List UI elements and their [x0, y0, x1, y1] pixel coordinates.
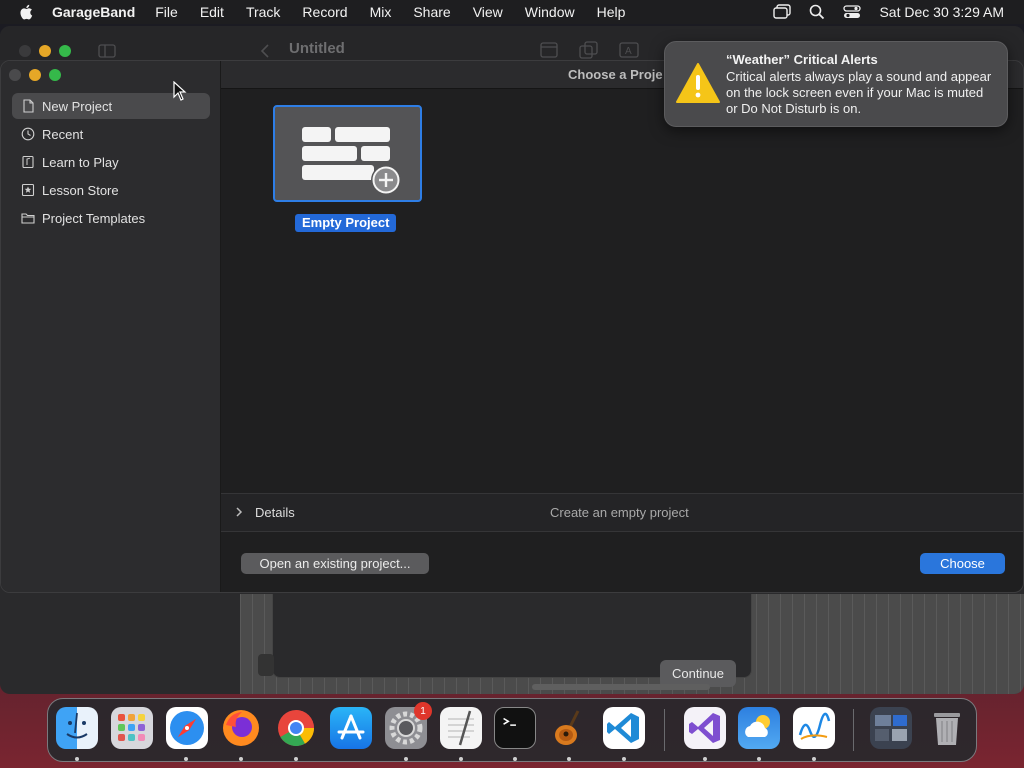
menu-view[interactable]: View [473, 4, 503, 20]
notes-icon[interactable]: A [619, 42, 639, 58]
running-indicator [239, 757, 243, 761]
running-indicator [703, 757, 707, 761]
menubar-clock[interactable]: Sat Dec 30 3:29 AM [879, 4, 1004, 20]
firefox-icon[interactable] [220, 707, 262, 749]
menu-window[interactable]: Window [525, 4, 575, 20]
sheet-minus-control[interactable] [258, 654, 274, 676]
sidebar-item-label: New Project [42, 98, 113, 114]
vscode-icon[interactable] [603, 707, 645, 749]
sidebar-item-label: Project Templates [42, 210, 146, 226]
details-description: Create an empty project [550, 505, 689, 520]
details-toggle[interactable]: Details [255, 505, 295, 520]
dock-separator [853, 709, 854, 751]
menu-edit[interactable]: Edit [200, 4, 224, 20]
menu-share[interactable]: Share [413, 4, 450, 20]
menu-mix[interactable]: Mix [370, 4, 392, 20]
empty-project-tile[interactable] [273, 105, 422, 202]
chrome-icon[interactable] [275, 707, 317, 749]
bg-zoom-button[interactable] [59, 45, 71, 57]
apple-menu-icon[interactable] [18, 3, 36, 21]
sidebar-item-learn-to-play[interactable]: Learn to Play [12, 149, 210, 175]
running-indicator [184, 757, 188, 761]
details-bar: Details Create an empty project [221, 493, 1023, 532]
sidebar-item-lesson-store[interactable]: Lesson Store [12, 177, 210, 203]
running-indicator [812, 757, 816, 761]
menu-help[interactable]: Help [597, 4, 626, 20]
running-indicator [404, 757, 408, 761]
empty-project-label[interactable]: Empty Project [295, 214, 397, 232]
sidebar-item-label: Lesson Store [42, 182, 119, 198]
dialog-title: Choose a Proje [568, 67, 663, 82]
music-book-icon [22, 155, 34, 169]
warning-icon [676, 63, 720, 103]
continue-button[interactable]: Continue [660, 660, 736, 687]
choose-project-dialog: New Project Recent Learn to Play Lesson … [0, 60, 1024, 593]
terminal-icon[interactable] [494, 707, 536, 749]
menu-record[interactable]: Record [302, 4, 347, 20]
background-window-title: Untitled [289, 40, 345, 57]
running-indicator [513, 757, 517, 761]
menu-file[interactable]: File [155, 4, 178, 20]
menu-bar: GarageBand File Edit Track Record Mix Sh… [0, 0, 1024, 24]
textedit-icon[interactable] [440, 707, 482, 749]
mouse-cursor-icon [173, 81, 187, 101]
notification-title: “Weather” Critical Alerts [726, 52, 878, 67]
library-toggle-icon[interactable] [98, 44, 116, 58]
open-existing-project-button[interactable]: Open an existing project... [241, 553, 429, 574]
editor-icon[interactable] [540, 42, 558, 58]
back-chevron-icon[interactable] [260, 44, 270, 58]
running-indicator [567, 757, 571, 761]
running-indicator [622, 757, 626, 761]
choose-button[interactable]: Choose [920, 553, 1005, 574]
sidebar-item-project-templates[interactable]: Project Templates [12, 205, 210, 231]
running-indicator [75, 757, 79, 761]
horizontal-scrollbar[interactable] [532, 684, 710, 690]
running-indicator [757, 757, 761, 761]
loops-icon[interactable] [579, 41, 599, 59]
notification-badge: 1 [414, 702, 432, 720]
folder-icon [21, 213, 35, 224]
running-indicator [294, 757, 298, 761]
zoom-button[interactable] [49, 69, 61, 81]
bg-minimize-button[interactable] [39, 45, 51, 57]
chevron-right-icon[interactable] [235, 506, 243, 518]
launchpad-icon[interactable] [111, 707, 153, 749]
visual-studio-icon[interactable] [684, 707, 726, 749]
critical-alert-notification[interactable]: “Weather” Critical Alerts Critical alert… [664, 41, 1008, 127]
star-box-icon [21, 183, 35, 197]
trash-icon[interactable] [926, 707, 968, 749]
app-name-menu[interactable]: GarageBand [52, 4, 135, 20]
menu-track[interactable]: Track [246, 4, 280, 20]
control-center-icon[interactable] [843, 4, 862, 20]
sidebar-item-recent[interactable]: Recent [12, 121, 210, 147]
garageband-icon[interactable] [548, 707, 590, 749]
sidebar-item-label: Recent [42, 126, 84, 142]
bg-close-button[interactable] [19, 45, 31, 57]
spotlight-search-icon[interactable] [809, 4, 825, 20]
svg-text:A: A [625, 46, 632, 57]
sidebar-item-label: Learn to Play [42, 154, 119, 170]
dialog-sidebar: New Project Recent Learn to Play Lesson … [1, 61, 221, 592]
notification-body: Critical alerts always play a sound and … [726, 69, 992, 116]
app-store-icon[interactable] [330, 707, 372, 749]
document-icon [23, 99, 34, 113]
empty-project-icon [302, 127, 401, 195]
downloads-stack-icon[interactable] [870, 707, 912, 749]
stage-manager-icon[interactable] [773, 4, 792, 20]
weather-icon[interactable] [738, 707, 780, 749]
finder-icon[interactable] [56, 707, 98, 749]
minimize-button[interactable] [29, 69, 41, 81]
close-button[interactable] [9, 69, 21, 81]
clock-icon [21, 127, 35, 141]
safari-icon[interactable] [166, 707, 208, 749]
dock [47, 698, 977, 762]
running-indicator [459, 757, 463, 761]
freeform-icon[interactable] [793, 707, 835, 749]
dock-separator [664, 709, 665, 751]
